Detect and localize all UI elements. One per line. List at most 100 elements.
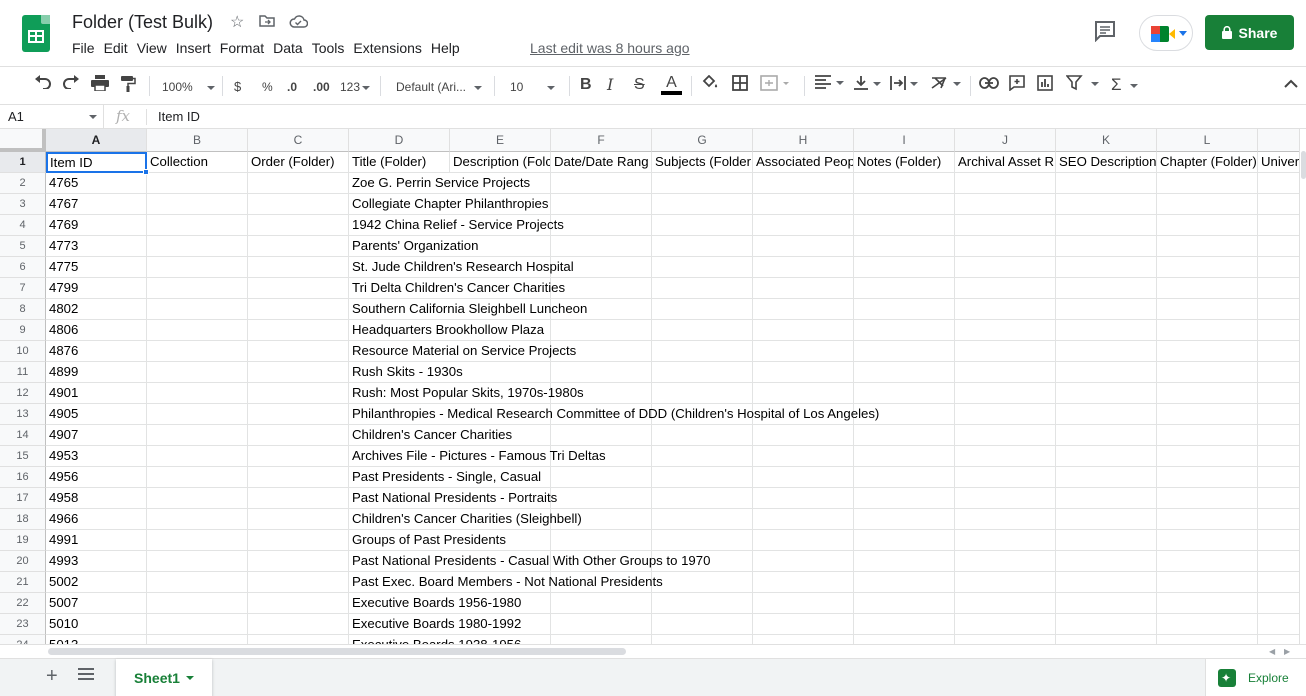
row-header[interactable]: 10	[0, 341, 46, 362]
empty-cell[interactable]	[753, 509, 854, 530]
empty-cell[interactable]	[1157, 446, 1258, 467]
header-cell[interactable]: Description (Folc	[450, 152, 551, 173]
empty-cell[interactable]	[551, 278, 652, 299]
row-header[interactable]: 21	[0, 572, 46, 593]
empty-cell[interactable]	[1258, 320, 1299, 341]
header-cell[interactable]: Subjects (Folder	[652, 152, 753, 173]
horizontal-scroll-thumb[interactable]	[48, 648, 626, 655]
empty-cell[interactable]	[652, 362, 753, 383]
header-cell[interactable]: Archival Asset R	[955, 152, 1056, 173]
item-id-cell[interactable]: 4802	[46, 299, 147, 320]
item-id-cell[interactable]: 5002	[46, 572, 147, 593]
menu-tools[interactable]: Tools	[312, 40, 354, 56]
empty-cell[interactable]	[248, 215, 349, 236]
row-header[interactable]: 9	[0, 320, 46, 341]
text-rotation-icon[interactable]	[931, 75, 963, 97]
insert-link-icon[interactable]	[979, 75, 999, 95]
column-header-d[interactable]: D	[349, 129, 450, 152]
title-cell[interactable]: Southern California Sleighbell Luncheon	[349, 299, 587, 320]
row-header[interactable]: 20	[0, 551, 46, 572]
item-id-cell[interactable]: 4806	[46, 320, 147, 341]
item-id-cell[interactable]: 4907	[46, 425, 147, 446]
title-cell[interactable]: Zoe G. Perrin Service Projects	[349, 173, 530, 194]
item-id-cell[interactable]: 4966	[46, 509, 147, 530]
empty-cell[interactable]	[652, 299, 753, 320]
empty-cell[interactable]	[147, 215, 248, 236]
item-id-cell[interactable]: 4765	[46, 173, 147, 194]
header-cell[interactable]: Univer	[1258, 152, 1299, 173]
empty-cell[interactable]	[955, 215, 1056, 236]
empty-cell[interactable]	[551, 362, 652, 383]
row-header[interactable]: 13	[0, 404, 46, 425]
row-header[interactable]: 24	[0, 635, 46, 644]
empty-cell[interactable]	[854, 278, 955, 299]
empty-cell[interactable]	[955, 572, 1056, 593]
empty-cell[interactable]	[854, 173, 955, 194]
menu-extensions[interactable]: Extensions	[353, 40, 430, 56]
vertical-scrollbar[interactable]	[1299, 129, 1306, 644]
title-cell[interactable]: St. Jude Children's Research Hospital	[349, 257, 574, 278]
empty-cell[interactable]	[753, 425, 854, 446]
menu-view[interactable]: View	[137, 40, 176, 56]
empty-cell[interactable]	[753, 278, 854, 299]
more-formats-select[interactable]: 123	[340, 77, 371, 97]
empty-cell[interactable]	[1258, 383, 1299, 404]
empty-cell[interactable]	[147, 509, 248, 530]
empty-cell[interactable]	[1056, 446, 1157, 467]
empty-cell[interactable]	[248, 362, 349, 383]
empty-cell[interactable]	[248, 425, 349, 446]
empty-cell[interactable]	[1056, 404, 1157, 425]
empty-cell[interactable]	[248, 572, 349, 593]
row-header[interactable]: 23	[0, 614, 46, 635]
item-id-cell[interactable]: 4799	[46, 278, 147, 299]
row-header[interactable]: 14	[0, 425, 46, 446]
empty-cell[interactable]	[753, 320, 854, 341]
empty-cell[interactable]	[955, 614, 1056, 635]
empty-cell[interactable]	[551, 635, 652, 644]
empty-cell[interactable]	[1157, 551, 1258, 572]
menu-file[interactable]: File	[72, 40, 104, 56]
empty-cell[interactable]	[1258, 341, 1299, 362]
empty-cell[interactable]	[652, 215, 753, 236]
menu-edit[interactable]: Edit	[104, 40, 137, 56]
text-wrapping-icon[interactable]	[890, 75, 920, 97]
header-cell[interactable]: Notes (Folder)	[854, 152, 955, 173]
column-header-a[interactable]: A	[46, 129, 147, 152]
empty-cell[interactable]	[248, 488, 349, 509]
empty-cell[interactable]	[1258, 467, 1299, 488]
empty-cell[interactable]	[652, 530, 753, 551]
decrease-decimal-button[interactable]: .0	[287, 77, 297, 97]
empty-cell[interactable]	[652, 635, 753, 644]
title-cell[interactable]: Executive Boards 1980-1992	[349, 614, 521, 635]
empty-cell[interactable]	[1056, 341, 1157, 362]
item-id-cell[interactable]: 4775	[46, 257, 147, 278]
currency-format-button[interactable]: $	[234, 77, 241, 97]
empty-cell[interactable]	[1258, 446, 1299, 467]
empty-cell[interactable]	[753, 257, 854, 278]
empty-cell[interactable]	[248, 299, 349, 320]
column-header-k[interactable]: K	[1056, 129, 1157, 152]
empty-cell[interactable]	[854, 194, 955, 215]
empty-cell[interactable]	[955, 446, 1056, 467]
empty-cell[interactable]	[1258, 173, 1299, 194]
column-header-h[interactable]: H	[753, 129, 854, 152]
header-cell[interactable]: Title (Folder)	[349, 152, 450, 173]
row-header[interactable]: 12	[0, 383, 46, 404]
explore-button[interactable]: Explore	[1205, 659, 1306, 696]
empty-cell[interactable]	[147, 551, 248, 572]
empty-cell[interactable]	[1157, 236, 1258, 257]
empty-cell[interactable]	[248, 278, 349, 299]
empty-cell[interactable]	[551, 236, 652, 257]
menu-format[interactable]: Format	[220, 40, 273, 56]
empty-cell[interactable]	[147, 299, 248, 320]
empty-cell[interactable]	[955, 341, 1056, 362]
empty-cell[interactable]	[1258, 509, 1299, 530]
empty-cell[interactable]	[551, 488, 652, 509]
sheet-tab-sheet1[interactable]: Sheet1	[116, 659, 212, 696]
select-all-corner[interactable]	[0, 129, 46, 152]
header-cell[interactable]: Date/Date Rang	[551, 152, 652, 173]
item-id-cell[interactable]: 4767	[46, 194, 147, 215]
empty-cell[interactable]	[652, 341, 753, 362]
empty-cell[interactable]	[1056, 425, 1157, 446]
title-cell[interactable]: Past National Presidents - Portraits	[349, 488, 557, 509]
